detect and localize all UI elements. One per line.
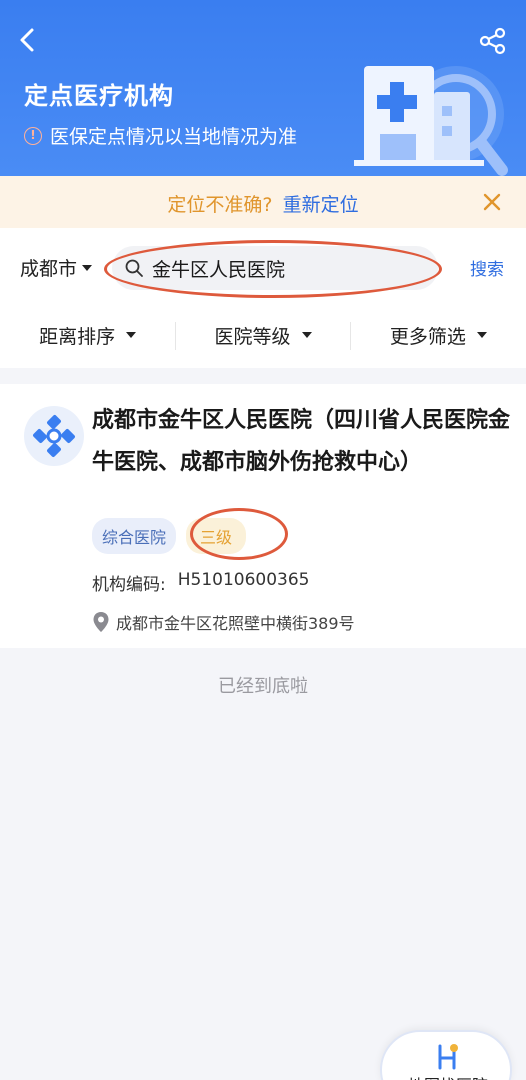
caret-down-icon [82, 264, 93, 271]
relocate-link[interactable]: 重新定位 [283, 194, 359, 216]
search-input[interactable] [152, 254, 422, 282]
filter-label: 医院等级 [214, 325, 291, 348]
filter-more[interactable]: 更多筛选 [351, 302, 526, 368]
filter-bar: 距离排序 医院等级 更多筛选 [0, 302, 526, 368]
hospital-level-tag: 三级 [186, 518, 247, 554]
hospital-illustration-icon [354, 66, 508, 176]
page-title: 定点医疗机构 [24, 82, 174, 110]
hospital-card[interactable]: 成都市金牛区人民医院（四川省人民医院金牛医院、成都市脑外伤抢救中心） 综合医院 … [0, 384, 526, 648]
address-row: 成都市金牛区花照壁中横街389号 [92, 610, 355, 634]
medical-cross-logo-icon [33, 415, 75, 457]
location-banner: 定位不准确? 重新定位 [0, 176, 526, 228]
hospital-address: 成都市金牛区花照壁中横街389号 [116, 614, 355, 633]
search-button[interactable]: 搜索 [470, 255, 504, 280]
back-button[interactable] [12, 22, 44, 58]
institution-code: 机构编码: H51010600365 [92, 570, 310, 595]
hospital-name: 成都市金牛区人民医院（四川省人民医院金牛医院、成都市脑外伤抢救中心） [92, 408, 511, 475]
info-icon: ! [24, 126, 42, 145]
end-of-list-text: 已经到底啦 [218, 676, 308, 697]
location-question: 定位不准确? [167, 194, 273, 216]
location-pin-icon [93, 612, 109, 632]
close-banner-button[interactable] [480, 190, 504, 214]
city-selector[interactable]: 成都市 [20, 254, 93, 281]
city-label: 成都市 [20, 258, 78, 280]
caret-down-icon [301, 332, 312, 338]
caret-down-icon [476, 332, 487, 338]
divider [350, 322, 351, 350]
close-icon [483, 193, 501, 211]
filter-label: 距离排序 [39, 325, 116, 348]
filter-hospital-level[interactable]: 医院等级 [175, 302, 350, 368]
institution-code-value: H51010600365 [177, 570, 310, 590]
tag-row: 综合医院 三级 [92, 518, 247, 554]
insurance-notice: ! 医保定点情况以当地情况为准 [24, 122, 297, 149]
insurance-notice-text: 医保定点情况以当地情况为准 [50, 126, 298, 148]
caret-down-icon [126, 332, 137, 338]
hospital-logo [24, 406, 84, 466]
divider [175, 322, 176, 350]
institution-code-label: 机构编码: [92, 575, 166, 595]
search-icon [125, 259, 143, 277]
map-pin-icon [438, 1044, 458, 1070]
filter-label: 更多筛选 [389, 325, 466, 348]
filter-distance-sort[interactable]: 距离排序 [0, 302, 175, 368]
search-box[interactable] [112, 246, 438, 290]
chevron-left-icon [20, 28, 34, 52]
map-find-hospital-button[interactable]: 地图找医院 [380, 1030, 512, 1080]
search-row: 成都市 搜索 [0, 228, 526, 302]
map-button-label: 地图找医院 [382, 1072, 514, 1080]
hospital-type-tag: 综合医院 [92, 518, 177, 554]
location-banner-text: 定位不准确? 重新定位 [0, 190, 526, 217]
header: 定点医疗机构 ! 医保定点情况以当地情况为准 [0, 0, 526, 176]
